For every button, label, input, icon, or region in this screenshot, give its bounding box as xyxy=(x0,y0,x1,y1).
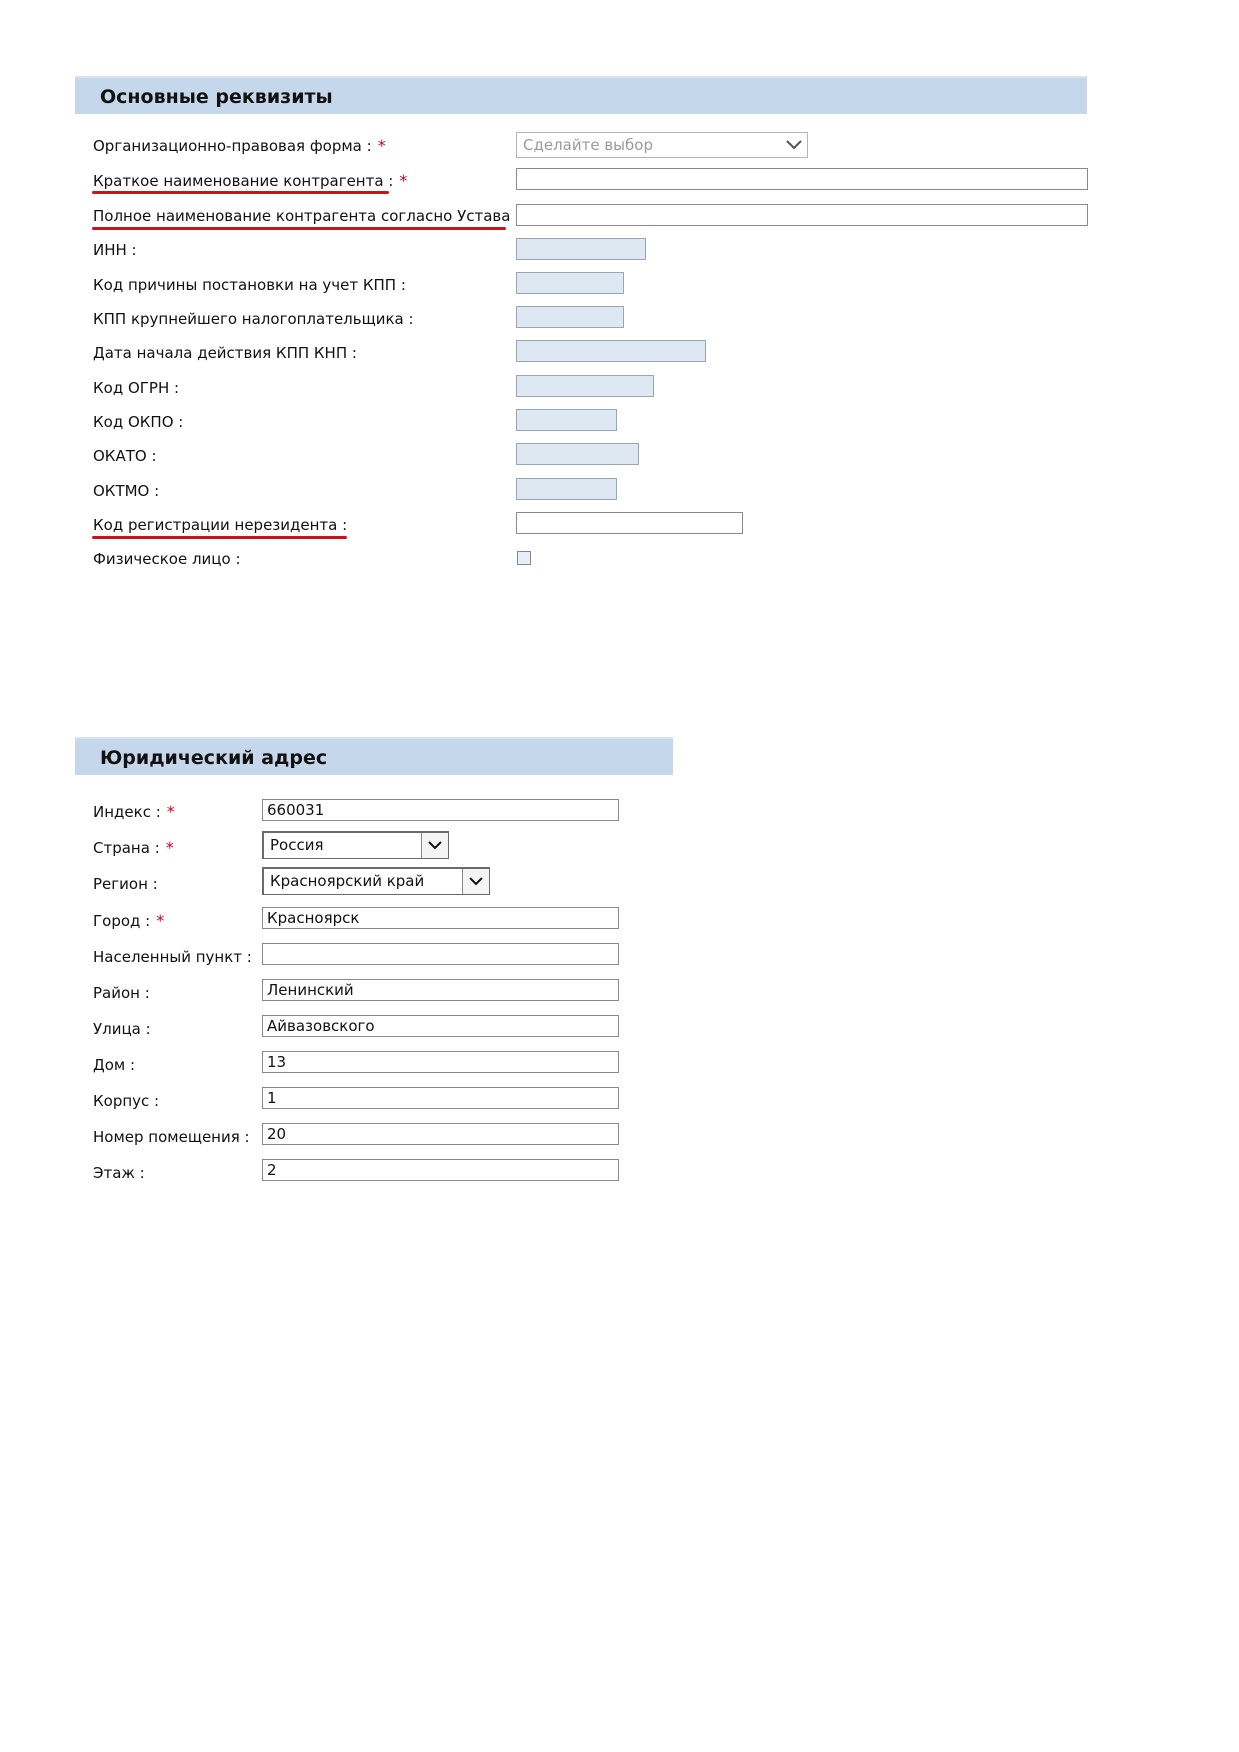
kpp-major-field[interactable] xyxy=(516,306,624,328)
label-oktmo: ОКТМО : xyxy=(93,482,160,500)
required-marker: * xyxy=(156,911,165,930)
label-index: Индекс : * xyxy=(93,802,175,821)
label-inn: ИНН : xyxy=(93,241,137,259)
floor-input[interactable]: 2 xyxy=(262,1159,619,1181)
region-value: Красноярский край xyxy=(270,872,425,890)
label-floor: Этаж : xyxy=(93,1164,145,1182)
label-short-name: Краткое наименование контрагента : * xyxy=(93,171,408,190)
label-room: Номер помещения : xyxy=(93,1128,250,1146)
index-input[interactable]: 660031 xyxy=(262,799,619,821)
short-name-input[interactable] xyxy=(516,168,1088,190)
oktmo-field[interactable] xyxy=(516,478,617,500)
annotation-underline xyxy=(92,536,347,539)
label-individual: Физическое лицо : xyxy=(93,550,241,568)
label-country: Страна : * xyxy=(93,838,174,857)
org-form-select[interactable]: Сделайте выбор xyxy=(516,132,808,158)
ogrn-field[interactable] xyxy=(516,375,654,397)
nonresident-input[interactable] xyxy=(516,512,743,534)
label-house: Дом : xyxy=(93,1056,136,1074)
label-okato: ОКАТО : xyxy=(93,447,157,465)
chevron-down-icon xyxy=(462,869,489,894)
label-kpp-major: КПП крупнейшего налогоплательщика : xyxy=(93,310,414,328)
required-marker: * xyxy=(166,802,175,821)
section-title: Основные реквизиты xyxy=(100,86,333,108)
full-name-input[interactable] xyxy=(516,204,1088,226)
house-input[interactable]: 13 xyxy=(262,1051,619,1073)
street-input[interactable]: Айвазовского xyxy=(262,1015,619,1037)
kpp-date-field[interactable] xyxy=(516,340,706,362)
label-nonresident: Код регистрации нерезидента : xyxy=(93,516,348,534)
okato-field[interactable] xyxy=(516,443,639,465)
inn-field[interactable] xyxy=(516,238,646,260)
annotation-underline xyxy=(92,191,389,194)
label-full-name: Полное наименование контрагента согласно… xyxy=(93,207,521,225)
city-input[interactable]: Красноярск xyxy=(262,907,619,929)
label-street: Улица : xyxy=(93,1020,151,1038)
room-input[interactable]: 20 xyxy=(262,1123,619,1145)
label-okpo: Код ОКПО : xyxy=(93,413,184,431)
settlement-input[interactable] xyxy=(262,943,619,965)
required-marker: * xyxy=(377,136,386,155)
label-city: Город : * xyxy=(93,911,165,930)
label-kpp-date: Дата начала действия КПП КНП : xyxy=(93,344,357,362)
chevron-down-icon xyxy=(781,133,807,157)
label-region: Регион : xyxy=(93,875,158,893)
section-header-main-details: Основные реквизиты xyxy=(75,76,1087,114)
required-marker: * xyxy=(399,171,408,190)
individual-checkbox[interactable] xyxy=(517,551,531,565)
required-marker: * xyxy=(165,838,174,857)
kpp-field[interactable] xyxy=(516,272,624,294)
label-settlement: Населенный пункт : xyxy=(93,948,252,966)
building-input[interactable]: 1 xyxy=(262,1087,619,1109)
section-header-legal-address: Юридический адрес xyxy=(75,737,673,775)
country-value: Россия xyxy=(270,836,324,854)
section-title: Юридический адрес xyxy=(100,747,328,769)
district-input[interactable]: Ленинский xyxy=(262,979,619,1001)
country-select[interactable]: Россия xyxy=(262,831,449,859)
annotation-underline xyxy=(92,227,506,230)
label-ogrn: Код ОГРН : xyxy=(93,379,180,397)
region-select[interactable]: Красноярский край xyxy=(262,867,490,895)
okpo-field[interactable] xyxy=(516,409,617,431)
label-kpp: Код причины постановки на учет КПП : xyxy=(93,276,406,294)
chevron-down-icon xyxy=(421,833,448,858)
label-org-form: Организационно-правовая форма : * xyxy=(93,136,386,155)
org-form-placeholder: Сделайте выбор xyxy=(523,136,653,154)
label-building: Корпус : xyxy=(93,1092,160,1110)
label-district: Район : xyxy=(93,984,150,1002)
